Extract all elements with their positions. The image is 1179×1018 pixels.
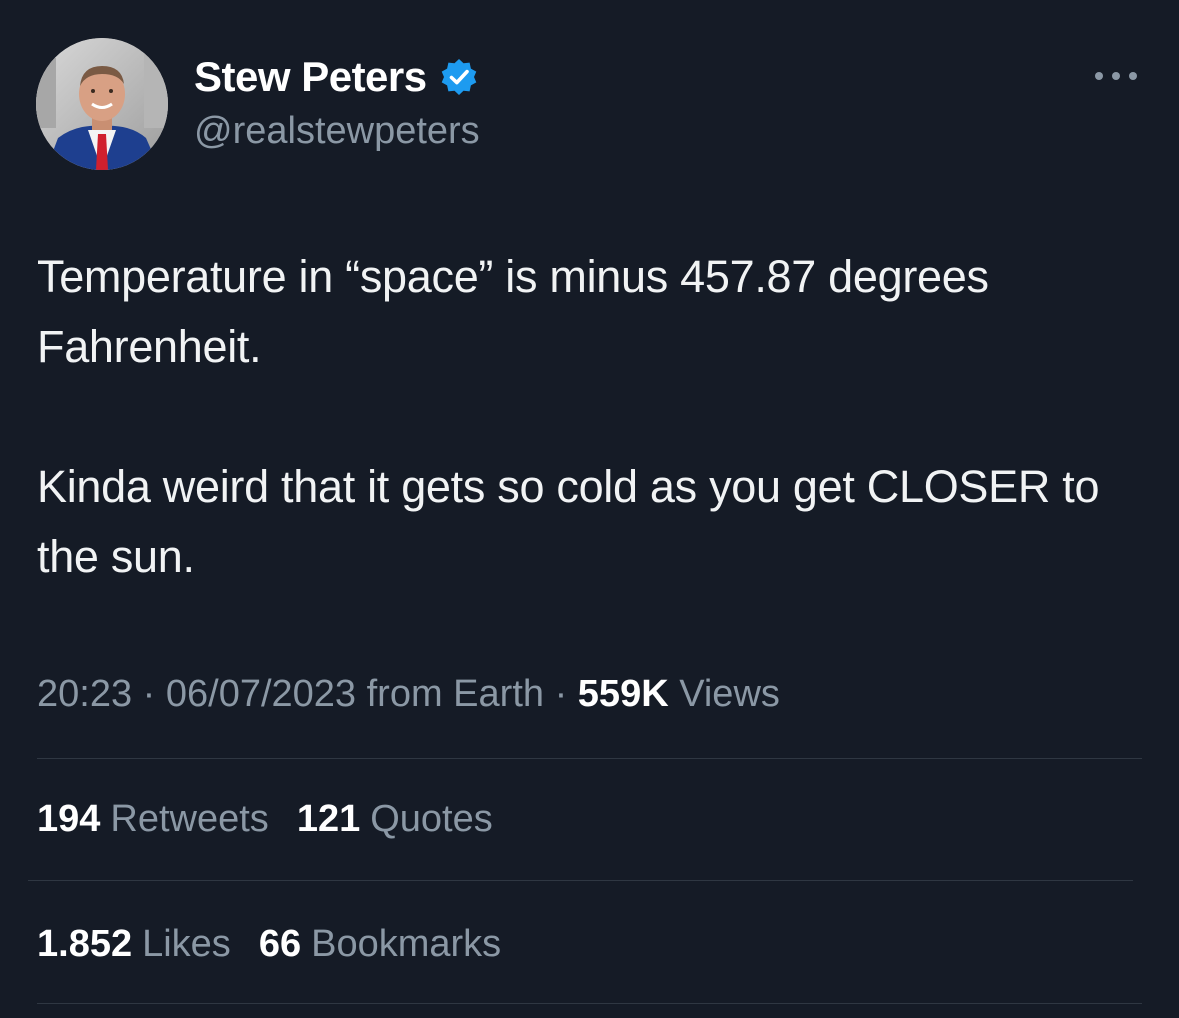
views-count: 559K — [577, 673, 669, 715]
more-options-button[interactable] — [1088, 58, 1144, 94]
bookmarks-label: Bookmarks — [311, 923, 502, 965]
bookmarks-count: 66 — [258, 923, 302, 965]
quotes-count: 121 — [296, 798, 361, 840]
quotes-stat[interactable]: 121 Quotes — [297, 795, 493, 843]
tweet-text: Temperature in “space” is minus 457.87 d… — [37, 242, 1162, 592]
quotes-label: Quotes — [370, 798, 493, 840]
tweet-date[interactable]: 06/07/2023 — [166, 673, 356, 715]
retweets-count: 194 — [37, 798, 101, 840]
tweet-paragraph: Kinda weird that it gets so cold as you … — [37, 461, 1100, 582]
stats-row-reposts: 194 Retweets 121 Quotes — [37, 795, 493, 843]
tweet-time[interactable]: 20:23 — [37, 673, 132, 715]
divider — [28, 880, 1133, 881]
verified-badge-icon — [441, 59, 476, 95]
likes-count: 1.852 — [37, 923, 133, 965]
author-name-row[interactable]: Stew Peters — [194, 54, 479, 100]
meta-separator: · — [142, 673, 156, 715]
avatar-photo — [36, 38, 168, 170]
likes-stat[interactable]: 1.852 Likes — [37, 920, 231, 968]
stats-row-likes: 1.852 Likes 66 Bookmarks — [37, 920, 501, 968]
author-avatar[interactable] — [36, 38, 168, 170]
divider — [37, 758, 1142, 759]
tweet-paragraph: Temperature in “space” is minus 457.87 d… — [37, 251, 989, 372]
tweet-meta: 20:23 · 06/07/2023 from Earth · 559K Vie… — [37, 670, 780, 718]
author-handle[interactable]: @realstewpeters — [194, 108, 480, 154]
bookmarks-stat[interactable]: 66 Bookmarks — [259, 920, 501, 968]
retweets-stat[interactable]: 194 Retweets — [37, 795, 269, 843]
views-label: Views — [679, 673, 780, 715]
retweets-label: Retweets — [110, 798, 269, 840]
likes-label: Likes — [142, 923, 231, 965]
author-display-name[interactable]: Stew Peters — [194, 54, 427, 100]
meta-separator: · — [554, 673, 568, 715]
divider — [37, 1003, 1142, 1004]
more-horizontal-icon — [1095, 72, 1137, 80]
tweet-source: from Earth — [366, 673, 545, 715]
